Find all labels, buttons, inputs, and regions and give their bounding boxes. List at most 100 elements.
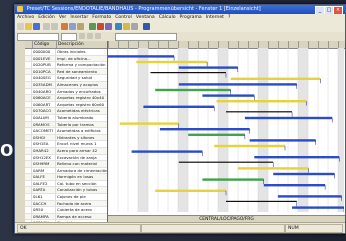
menu-item[interactable]: Formato bbox=[90, 14, 113, 22]
italic-icon[interactable] bbox=[87, 33, 93, 39]
table-row[interactable]: 0ALFE2 Cal. tubo en sección bbox=[25, 180, 107, 188]
table-row[interactable]: 0SH12EX Excavación de zanja bbox=[25, 154, 107, 162]
open-folder-icon[interactable] bbox=[25, 23, 32, 30]
menu-item[interactable]: Insertar bbox=[68, 14, 90, 22]
task-description: Canalización y tubos bbox=[57, 187, 98, 193]
gantt-bar[interactable] bbox=[244, 116, 333, 120]
table-row[interactable]: 0R50 Cubierta de acero bbox=[25, 207, 107, 214]
row-marker bbox=[25, 207, 32, 213]
row-marker bbox=[25, 101, 32, 108]
gantt-bar[interactable] bbox=[237, 167, 309, 170]
table-row[interactable]: 0040SEG Seguridad y salud bbox=[25, 75, 107, 82]
font-select[interactable] bbox=[17, 33, 59, 41]
table-row[interactable]: 0L61 Cajones de pie bbox=[25, 194, 107, 201]
gantt-bar[interactable] bbox=[178, 161, 274, 163]
table-row[interactable]: 0SH9RM Relleno con material bbox=[25, 161, 107, 168]
menu-item[interactable]: Ver bbox=[57, 14, 69, 22]
gantt-bar[interactable] bbox=[226, 111, 293, 113]
gantt-bar[interactable] bbox=[273, 172, 335, 176]
gantt-bar[interactable] bbox=[292, 206, 344, 209]
gantt-bar[interactable] bbox=[277, 195, 342, 198]
table-row[interactable]: 0ARM Armadura de cimentación bbox=[25, 167, 107, 175]
gantt-bar[interactable] bbox=[155, 88, 231, 92]
gantt-bar[interactable] bbox=[178, 66, 238, 69]
menu-item[interactable]: ? bbox=[226, 14, 232, 22]
table-row[interactable]: 0ACCH Fachada de acero bbox=[25, 200, 107, 208]
size-select[interactable] bbox=[61, 33, 77, 41]
gantt-icon[interactable] bbox=[105, 23, 112, 30]
gantt-bar[interactable] bbox=[249, 139, 316, 142]
table-row[interactable]: 0060ACE Arquetas registro 40x40 bbox=[25, 95, 107, 102]
table-row[interactable]: 0ARTA Canalización y tubos bbox=[25, 187, 107, 195]
table-row[interactable]: 0HAR42 Acero para armar 42 bbox=[25, 147, 107, 155]
underline-icon[interactable] bbox=[95, 33, 101, 39]
col-header-index[interactable] bbox=[25, 41, 33, 48]
task-code: 0ACOMETI bbox=[32, 128, 56, 134]
table-row[interactable]: 0070ACO Acometidas eléctricas bbox=[25, 108, 107, 115]
cut-icon[interactable] bbox=[61, 23, 68, 30]
menu-item[interactable]: Internet bbox=[204, 14, 226, 22]
menu-item[interactable]: Edición bbox=[36, 14, 57, 22]
help-icon[interactable] bbox=[143, 23, 150, 30]
table-row[interactable]: 0RAMOS Tubería por tramos bbox=[25, 121, 107, 129]
gantt-bar[interactable] bbox=[254, 156, 340, 159]
zoom-icon[interactable] bbox=[115, 23, 122, 30]
table-row[interactable]: 0SHGI Hidrantes y sifones bbox=[25, 134, 107, 142]
save-icon[interactable] bbox=[33, 23, 40, 30]
close-button[interactable]: × bbox=[333, 6, 343, 14]
gantt-bar[interactable] bbox=[263, 184, 326, 187]
calculate-icon[interactable] bbox=[89, 23, 96, 30]
settings-icon[interactable] bbox=[131, 23, 138, 30]
table-row[interactable]: 0060ART Arquetas registro 60x60 bbox=[25, 101, 107, 109]
menu-item[interactable]: Archivo bbox=[15, 14, 36, 22]
col-header-code[interactable]: Código bbox=[33, 41, 57, 48]
new-file-icon[interactable] bbox=[17, 23, 24, 30]
task-code: 0070ACO bbox=[32, 108, 56, 114]
gantt-bar[interactable] bbox=[188, 133, 245, 136]
gantt-bar[interactable] bbox=[216, 100, 307, 103]
table-row[interactable]: 0020PUB Reforma y compactación bbox=[25, 62, 107, 69]
gantt-bar[interactable] bbox=[230, 77, 321, 80]
gantt-bar[interactable] bbox=[131, 150, 203, 153]
table-row[interactable]: 00ALUM Tubería alumbrado bbox=[25, 114, 107, 122]
menu-item[interactable]: Cálculo bbox=[157, 14, 178, 22]
table-row[interactable]: 0ACOMETI Acometidas a edificios bbox=[25, 128, 107, 135]
table-row[interactable]: 0RAMPA Rampa de acceso bbox=[25, 213, 107, 221]
print-icon[interactable] bbox=[43, 23, 50, 30]
menu-item[interactable]: Programa bbox=[178, 14, 204, 22]
gantt-bar[interactable] bbox=[214, 144, 285, 148]
gantt-bar[interactable] bbox=[202, 178, 264, 181]
gantt-bar[interactable] bbox=[159, 128, 250, 131]
gantt-bar[interactable] bbox=[119, 122, 179, 125]
gantt-bar[interactable] bbox=[143, 105, 215, 108]
bold-icon[interactable] bbox=[79, 33, 85, 39]
gantt-bar[interactable] bbox=[155, 189, 226, 192]
gantt-bars bbox=[108, 48, 344, 212]
filter-icon[interactable] bbox=[123, 23, 130, 30]
chart-icon[interactable] bbox=[97, 23, 104, 30]
table-row[interactable]: 0040ARO Armados y encofrados bbox=[25, 88, 107, 96]
preview-icon[interactable] bbox=[51, 23, 58, 30]
table-row[interactable]: 0000000 Obras iniciales bbox=[25, 49, 107, 56]
menu-item[interactable]: Ventana bbox=[134, 14, 157, 22]
paste-icon[interactable] bbox=[77, 23, 84, 30]
table-row[interactable]: 0ALFE Hormigón en losas bbox=[25, 174, 107, 181]
formula-bar[interactable] bbox=[115, 33, 177, 41]
table-row[interactable]: 0035ADM Almacenes y acopios bbox=[25, 81, 107, 89]
gantt-bar[interactable] bbox=[108, 55, 175, 58]
menu-item[interactable]: Control bbox=[113, 14, 134, 22]
table-row[interactable]: 0001EVE Impl. de oficina... bbox=[25, 55, 107, 63]
table-row[interactable]: 0010PCA Red de saneamiento bbox=[25, 68, 107, 76]
gantt-bar[interactable] bbox=[202, 94, 255, 97]
copy-icon[interactable] bbox=[69, 23, 76, 30]
app-window: Preset/TC Sessions/ENDOTALIE/BANDHAUS - … bbox=[14, 4, 346, 234]
gantt-bar[interactable] bbox=[136, 60, 208, 64]
table-row[interactable]: 0SH1EA Encof. nivel muros 1 bbox=[25, 141, 107, 148]
gantt-bar[interactable] bbox=[150, 72, 226, 74]
gantt-bar[interactable] bbox=[178, 83, 297, 86]
gantt-bar[interactable] bbox=[226, 200, 297, 202]
gantt-body[interactable] bbox=[108, 48, 345, 216]
col-header-desc[interactable]: Descripción bbox=[57, 41, 107, 48]
weekend-column bbox=[298, 48, 308, 212]
task-description: Acero para armar 42 bbox=[57, 147, 98, 153]
